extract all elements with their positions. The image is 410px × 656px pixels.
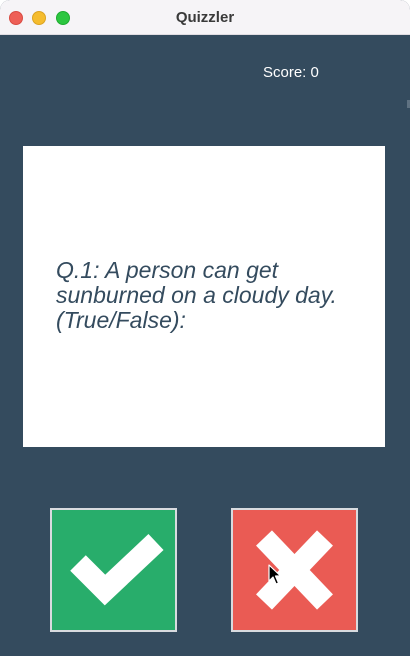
mouse-cursor-icon (268, 564, 282, 585)
checkmark-icon (70, 533, 164, 606)
true-button[interactable] (50, 508, 177, 632)
cross-icon (256, 530, 333, 610)
question-card: Q.1: A person can get sunburned on a clo… (23, 146, 385, 447)
title-bar: Quizzler (0, 0, 410, 35)
false-button[interactable] (231, 508, 358, 632)
score-label: Score: 0 (263, 64, 319, 81)
question-text: Q.1: A person can get sunburned on a clo… (56, 257, 337, 333)
window-title: Quizzler (175, 9, 235, 26)
quizzler-window: Quizzler Score: 0 Q.1: A person can get … (0, 0, 410, 656)
